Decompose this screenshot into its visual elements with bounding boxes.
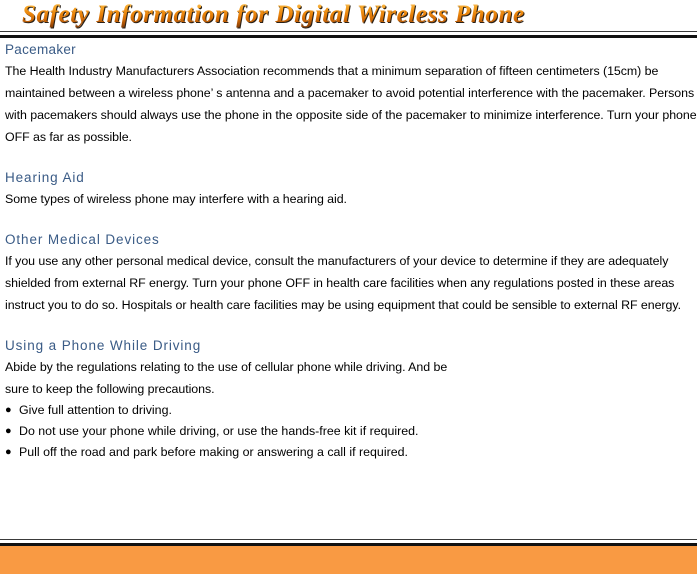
driving-precautions-list: ● Give full attention to driving. ● Do n…: [5, 400, 697, 463]
section-heading-hearing-aid: Hearing Aid: [5, 170, 85, 185]
title-banner: Safety Information for Digital Wireless …: [0, 0, 697, 30]
section-heading-using-phone-while-driving: Using a Phone While Driving: [5, 338, 202, 353]
section-hearing-aid: Hearing Aid Some types of wireless phone…: [5, 168, 697, 210]
footer-divider: [0, 539, 697, 546]
list-item-label: Give full attention to driving.: [19, 403, 172, 417]
footer-color-band: [0, 546, 697, 574]
section-heading-other-medical-devices: Other Medical Devices: [5, 232, 160, 247]
bullet-dot-icon: ●: [5, 404, 12, 416]
bullet-dot-icon: ●: [5, 446, 12, 458]
section-paragraph-driving-line-1: Abide by the regulations relating to the…: [5, 360, 448, 374]
section-heading-pacemaker: Pacemaker: [5, 42, 76, 57]
section-using-phone-while-driving: Using a Phone While Driving Abide by the…: [5, 336, 697, 463]
bullet-dot-icon: ●: [5, 425, 12, 437]
section-paragraph-other-medical-devices: If you use any other personal medical de…: [5, 254, 681, 312]
list-item-label: Pull off the road and park before making…: [19, 445, 408, 459]
list-item: ● Do not use your phone while driving, o…: [5, 421, 697, 442]
list-item: ● Pull off the road and park before maki…: [5, 442, 697, 463]
header-divider: [0, 31, 697, 38]
list-item: ● Give full attention to driving.: [5, 400, 697, 421]
section-other-medical-devices: Other Medical Devices If you use any oth…: [5, 230, 697, 316]
page-footer: [0, 539, 697, 574]
list-item-label: Do not use your phone while driving, or …: [19, 424, 419, 438]
section-paragraph-hearing-aid: Some types of wireless phone may interfe…: [5, 192, 347, 206]
document-body: Pacemaker The Health Industry Manufactur…: [0, 38, 697, 463]
page-title: Safety Information for Digital Wireless …: [22, 1, 525, 28]
section-paragraph-pacemaker: The Health Industry Manufacturers Associ…: [5, 64, 697, 144]
section-pacemaker: Pacemaker The Health Industry Manufactur…: [5, 40, 697, 148]
section-paragraph-driving-line-2: sure to keep the following precautions.: [5, 382, 215, 396]
